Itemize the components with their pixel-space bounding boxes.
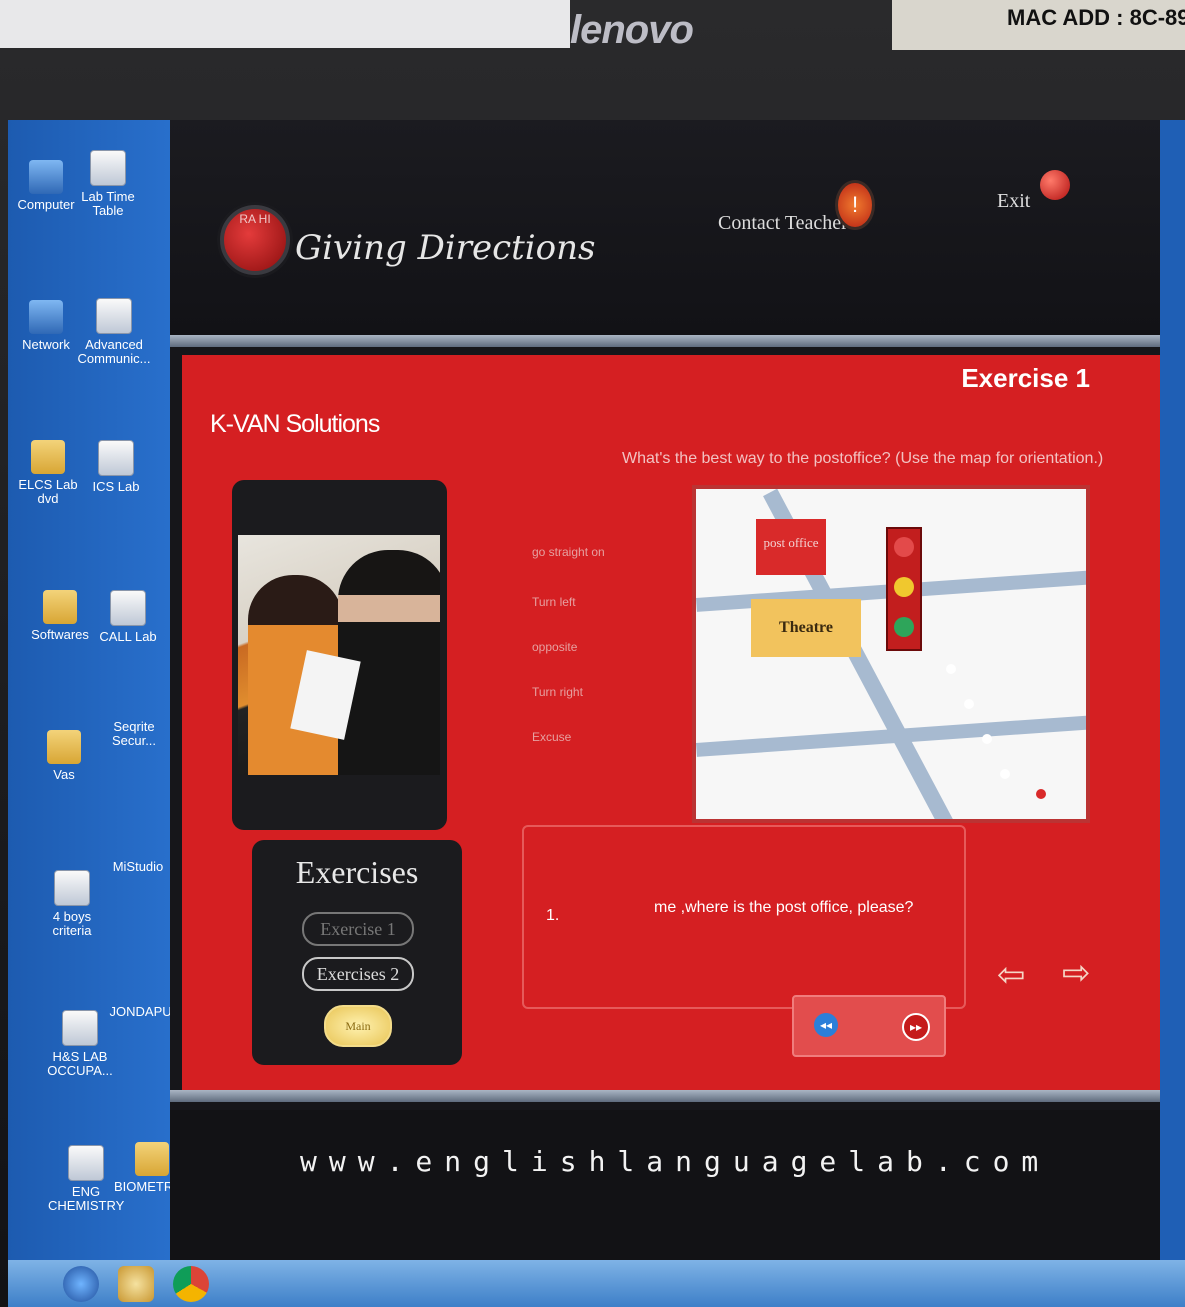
document-icon bbox=[54, 870, 90, 906]
main-button[interactable]: Main bbox=[324, 1005, 392, 1047]
route-dot bbox=[982, 734, 992, 744]
exercise-title: Exercise 1 bbox=[961, 363, 1090, 393]
divider-rail bbox=[170, 1090, 1160, 1102]
desktop-icon-advanced-communic[interactable]: Advanced Communic... bbox=[76, 298, 152, 366]
rewind-icon[interactable]: ◂◂ bbox=[814, 1013, 838, 1037]
app-footer: www.englishlanguagelab.com bbox=[170, 1110, 1160, 1260]
monitor-brand-logo: lenovo bbox=[570, 8, 694, 52]
desktop-icon-4-boys-criteria[interactable]: 4 boys criteria bbox=[34, 870, 110, 938]
document-icon bbox=[68, 1145, 104, 1181]
website-url: www.englishlanguagelab.com bbox=[300, 1145, 1051, 1178]
route-dot bbox=[1000, 769, 1010, 779]
route-dot bbox=[964, 699, 974, 709]
question-text: What's the best way to the postoffice? (… bbox=[622, 450, 1104, 467]
desktop-icon-mistudio[interactable]: MiStudio bbox=[100, 860, 296, 894]
exercises-menu: Exercises Exercise 1 Exercises 2 Main bbox=[252, 840, 462, 1065]
contact-teacher-icon[interactable]: ! bbox=[835, 180, 875, 230]
desktop-icon-seqrite[interactable]: Seqrite Secur... bbox=[96, 720, 292, 754]
desktop-icon-softwares[interactable]: Softwares bbox=[22, 590, 98, 642]
app-header: RA HI Giving Directions Contact Teacher … bbox=[170, 120, 1160, 335]
folder-icon bbox=[31, 440, 65, 474]
exit-label[interactable]: Exit bbox=[997, 190, 1030, 213]
chrome-icon[interactable] bbox=[173, 1266, 209, 1302]
desktop-icon-elcs-lab-dvd[interactable]: ELCS Lab dvd bbox=[10, 440, 86, 506]
destination-marker bbox=[1036, 789, 1046, 799]
next-arrow-icon[interactable]: ⇨ bbox=[1062, 953, 1091, 993]
forward-icon[interactable]: ▸▸ bbox=[902, 1013, 930, 1041]
answer-text: me ,where is the post office, please? bbox=[654, 899, 914, 916]
exercise-2-button[interactable]: Exercises 2 bbox=[302, 957, 414, 991]
taskbar bbox=[8, 1260, 1185, 1307]
phrase-turn-left[interactable]: Turn left bbox=[532, 595, 576, 609]
background-wall bbox=[0, 0, 570, 48]
desktop-icon-network[interactable]: Network bbox=[8, 300, 84, 352]
folder-icon bbox=[47, 730, 81, 764]
divider-rail bbox=[170, 335, 1160, 347]
phrase-excuse[interactable]: Excuse bbox=[532, 730, 571, 744]
exercise-panel: Exercise 1 K-VAN Solutions Exercises Exe… bbox=[182, 355, 1160, 1090]
shortcut-icon bbox=[110, 590, 146, 626]
desktop-icon-eng-chemistry[interactable]: ENG CHEMISTRY bbox=[48, 1145, 124, 1213]
post-office-building: post office bbox=[756, 519, 826, 575]
red-light bbox=[894, 537, 914, 557]
document-icon bbox=[62, 1010, 98, 1046]
desktop-icon-call-lab[interactable]: CALL Lab bbox=[90, 590, 166, 644]
company-name: K-VAN Solutions bbox=[210, 410, 380, 438]
folder-icon bbox=[43, 590, 77, 624]
phrase-go-straight-on[interactable]: go straight on bbox=[532, 545, 605, 559]
playback-controls: ◂◂ ▸▸ bbox=[792, 995, 946, 1057]
screen: Computer Lab Time Table Network Advanced… bbox=[8, 120, 1185, 1307]
giving-directions-app: RA HI Giving Directions Contact Teacher … bbox=[170, 120, 1160, 1260]
desktop-icon-vas[interactable]: Vas bbox=[26, 730, 102, 782]
document-icon bbox=[90, 150, 126, 186]
folder-icon bbox=[135, 1142, 169, 1176]
contact-teacher-label[interactable]: Contact Teacher bbox=[718, 212, 848, 235]
children-with-map-photo bbox=[238, 535, 440, 775]
green-light bbox=[894, 617, 914, 637]
route-dot bbox=[946, 664, 956, 674]
yellow-light bbox=[894, 577, 914, 597]
exercises-heading: Exercises bbox=[295, 854, 419, 890]
start-button-icon[interactable] bbox=[63, 1266, 99, 1302]
illustration-frame bbox=[232, 480, 447, 830]
street-map: post office Theatre bbox=[692, 485, 1090, 823]
answer-number: 1. bbox=[546, 907, 560, 924]
exit-button-icon[interactable] bbox=[1040, 170, 1070, 200]
app-logo: RA HI bbox=[220, 205, 290, 275]
previous-arrow-icon[interactable]: ⇦ bbox=[997, 955, 1026, 995]
traffic-light-icon bbox=[886, 527, 922, 651]
answer-box[interactable]: 1. me ,where is the post office, please? bbox=[522, 825, 966, 1009]
desktop-icon-hs-lab-occupa[interactable]: H&S LAB OCCUPA... bbox=[42, 1010, 118, 1078]
computer-icon bbox=[29, 160, 63, 194]
shortcut-icon bbox=[98, 440, 134, 476]
desktop-icon-lab-time-table[interactable]: Lab Time Table bbox=[70, 150, 146, 218]
file-explorer-icon[interactable] bbox=[118, 1266, 154, 1302]
mac-address-sticker: MAC ADD : 8C-89-A5 bbox=[892, 0, 1185, 50]
exercise-1-button[interactable]: Exercise 1 bbox=[302, 912, 414, 946]
phrase-turn-right[interactable]: Turn right bbox=[532, 685, 583, 699]
theatre-building: Theatre bbox=[751, 599, 861, 657]
network-icon bbox=[29, 300, 63, 334]
shortcut-icon bbox=[96, 298, 132, 334]
desktop-icon-ics-lab[interactable]: ICS Lab bbox=[78, 440, 154, 494]
app-title: Giving Directions bbox=[295, 228, 596, 268]
phrase-opposite[interactable]: opposite bbox=[532, 640, 577, 654]
